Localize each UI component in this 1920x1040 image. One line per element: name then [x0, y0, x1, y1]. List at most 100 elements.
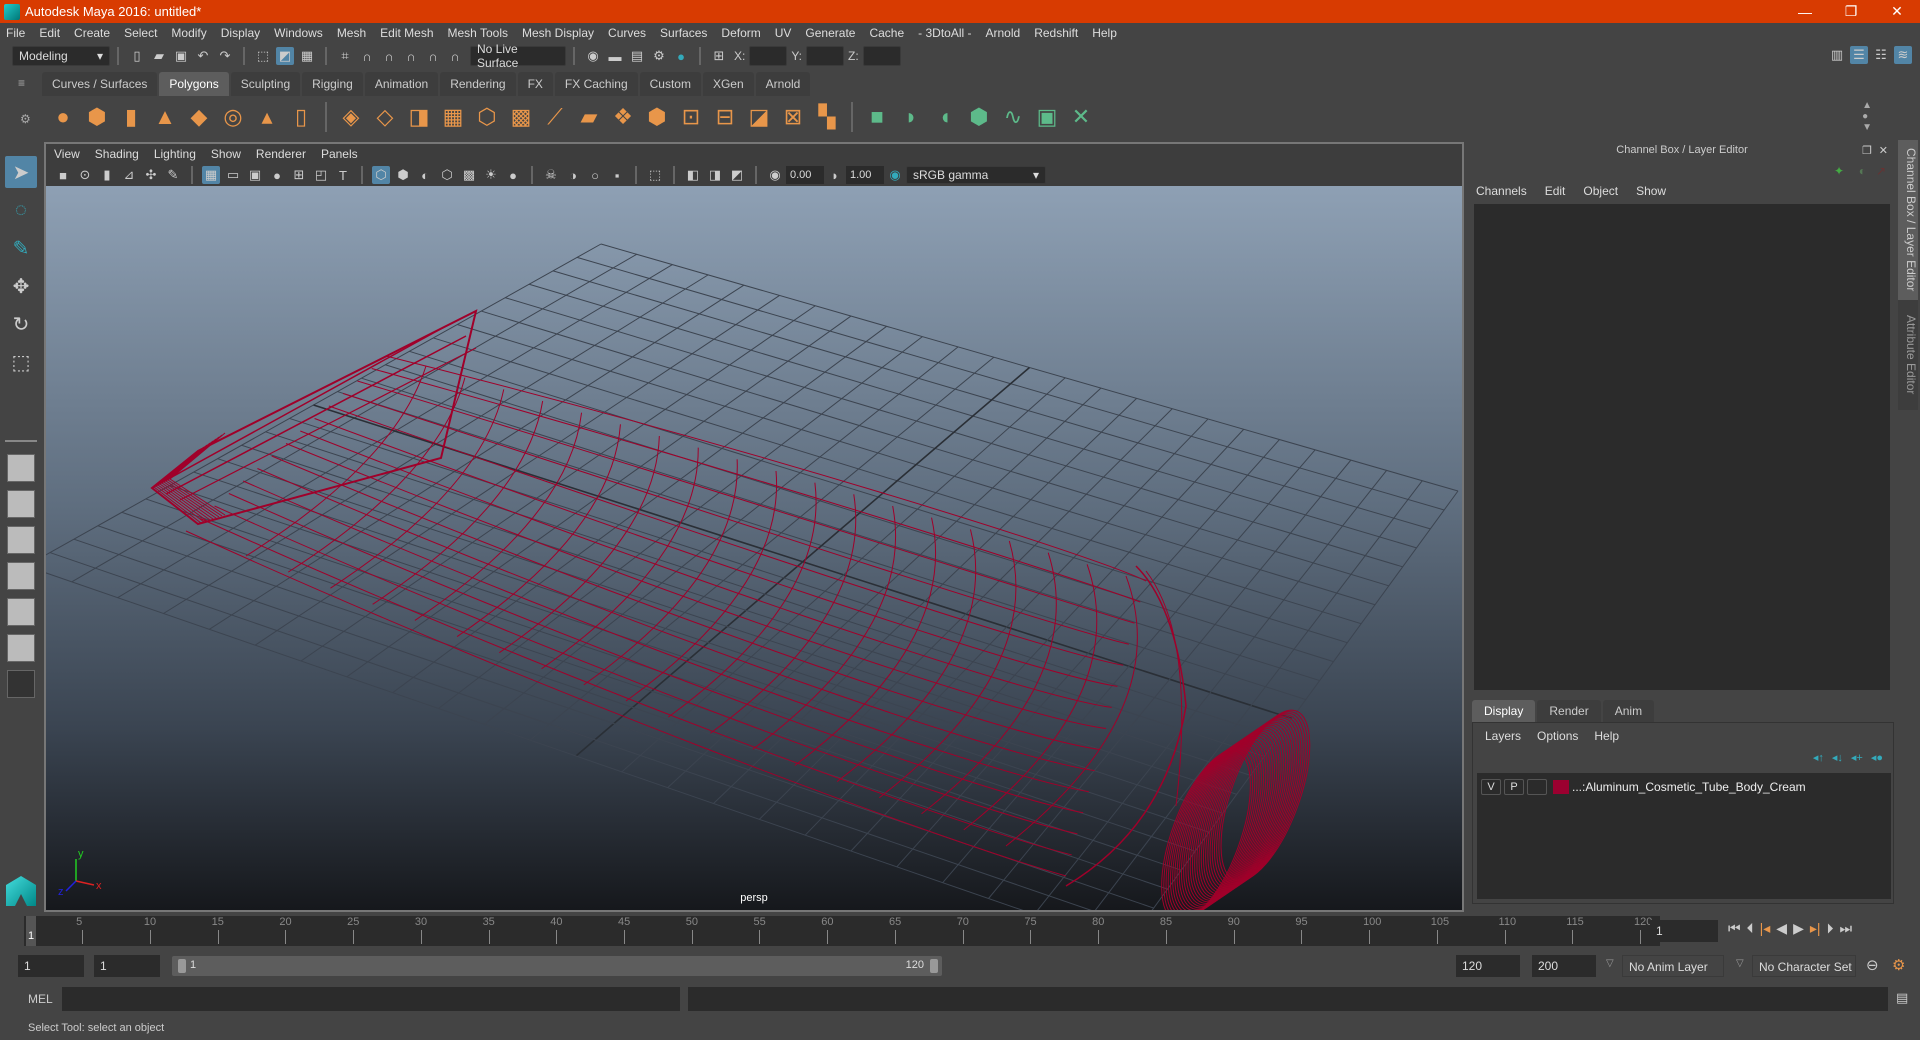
anim-layer-dropdown[interactable]: No Anim Layer — [1622, 955, 1724, 977]
vp-menu-lighting[interactable]: Lighting — [154, 147, 196, 161]
x-field[interactable] — [749, 46, 788, 66]
render-frame-icon[interactable]: ▬ — [606, 47, 624, 65]
persp-graph-layout-icon[interactable] — [7, 562, 35, 590]
tab-anim[interactable]: Anim — [1602, 700, 1655, 722]
float-panel-icon[interactable]: ❐ — [1862, 144, 1872, 157]
auto-key-icon[interactable]: ⊖ — [1866, 956, 1879, 974]
append-polygon-icon[interactable]: ⊡ — [677, 103, 705, 131]
shelf-tab-custom[interactable]: Custom — [639, 72, 701, 96]
range-slider[interactable]: 1 120 — [172, 956, 942, 976]
open-scene-icon[interactable]: ▰ — [150, 47, 168, 65]
paint-select-tool-icon[interactable]: ✎ — [5, 232, 37, 264]
cb-menu-channels[interactable]: Channels — [1476, 184, 1527, 198]
ipr-render-icon[interactable]: ▤ — [628, 47, 646, 65]
textured-icon[interactable]: ▩ — [460, 166, 478, 184]
time-slider[interactable]: 1 5 10 15 20 25 30 35 40 45 50 55 60 65 70 75 80 85 90 95 1… — [24, 916, 1660, 946]
le-menu-layers[interactable]: Layers — [1485, 729, 1521, 743]
hypershade-persp-layout-icon[interactable] — [7, 598, 35, 626]
shadows-icon[interactable]: ● — [504, 166, 522, 184]
move-layer-up-icon[interactable]: ◂↑ — [1813, 751, 1824, 764]
step-back-frame-icon[interactable]: ⏴ — [1747, 920, 1754, 937]
select-object-icon[interactable]: ◩ — [276, 47, 294, 65]
vp-menu-panels[interactable]: Panels — [321, 147, 358, 161]
side-tab-attribute-editor[interactable]: Attribute Editor — [1898, 300, 1918, 410]
tab-display[interactable]: Display — [1472, 700, 1536, 722]
command-input[interactable] — [62, 987, 680, 1011]
field-chart-icon[interactable]: ⊞ — [290, 166, 308, 184]
render-view-icon[interactable]: ◉ — [584, 47, 602, 65]
shelf-tab-rigging[interactable]: Rigging — [302, 72, 363, 96]
menu-mesh[interactable]: Mesh — [337, 26, 366, 40]
grid-toggle-icon[interactable]: ▦ — [202, 166, 220, 184]
color-space-dropdown[interactable]: sRGB gamma ▾ — [906, 166, 1046, 184]
select-component-icon[interactable]: ▦ — [298, 47, 316, 65]
snap-live-icon[interactable]: ∩ — [446, 47, 464, 65]
play-forward-icon[interactable]: ▶ — [1793, 920, 1804, 937]
spherical-uv-icon[interactable]: ◖ — [931, 103, 959, 131]
layout-more-icon[interactable] — [7, 670, 35, 698]
extrude-icon[interactable]: ▰ — [575, 103, 603, 131]
range-end-handle[interactable] — [930, 959, 938, 973]
outliner-persp-layout-icon[interactable] — [7, 526, 35, 554]
isolate-select-icon[interactable]: ⬚ — [646, 166, 664, 184]
smooth-icon[interactable]: ▦ — [439, 103, 467, 131]
animation-end-field[interactable]: 200 — [1532, 955, 1596, 977]
side-tab-channel-box[interactable]: Channel Box / Layer Editor — [1898, 140, 1918, 300]
multi-cut-icon[interactable]: ◪ — [745, 103, 773, 131]
playback-start-field[interactable]: 1 — [94, 955, 160, 977]
bridge-icon[interactable]: ❖ — [609, 103, 637, 131]
smooth-shade-icon[interactable]: ⬢ — [394, 166, 412, 184]
target-weld-icon[interactable]: ⊠ — [779, 103, 807, 131]
step-forward-frame-icon[interactable]: ⏵ — [1827, 920, 1834, 937]
new-layer-selected-icon[interactable]: ◂● — [1871, 751, 1883, 764]
mode-selector[interactable]: Modeling ▾ — [12, 46, 110, 66]
single-perspective-layout-icon[interactable] — [7, 454, 35, 482]
go-to-end-icon[interactable]: ⏭ — [1840, 920, 1853, 937]
shelf-tab-animation[interactable]: Animation — [364, 72, 439, 96]
menu-curves[interactable]: Curves — [608, 26, 646, 40]
chevron-down-icon[interactable]: ▽ — [1736, 958, 1744, 969]
separate-icon[interactable]: ◇ — [371, 103, 399, 131]
layer-row[interactable]: V P ...:Aluminum_Cosmetic_Tube_Body_Crea… — [1481, 777, 1806, 797]
layer-playback-toggle[interactable]: P — [1504, 779, 1524, 795]
tube-wireframe[interactable] — [150, 309, 1328, 910]
mirror-icon[interactable]: ◨ — [405, 103, 433, 131]
menu-windows[interactable]: Windows — [274, 26, 323, 40]
menu-modify[interactable]: Modify — [171, 26, 206, 40]
3d-viewport[interactable]: yxz persp — [46, 186, 1462, 910]
menu-file[interactable]: File — [6, 26, 25, 40]
snap-curve-icon[interactable]: ∩ — [358, 47, 376, 65]
live-surface-field[interactable]: No Live Surface — [470, 42, 566, 70]
automatic-uv-icon[interactable]: ⬢ — [965, 103, 993, 131]
shelf-tab-sculpting[interactable]: Sculpting — [230, 72, 301, 96]
unfold-uv-icon[interactable]: ✕ — [1067, 103, 1095, 131]
restore-button[interactable]: ❐ — [1828, 0, 1874, 23]
menu-mesh-display[interactable]: Mesh Display — [522, 26, 594, 40]
poly-sphere-icon[interactable]: ● — [49, 103, 77, 131]
close-panel-icon[interactable]: ✕ — [1879, 144, 1888, 157]
menu-arnold[interactable]: Arnold — [986, 26, 1021, 40]
rotate-tool-icon[interactable]: ↻ — [5, 308, 37, 340]
range-start-handle[interactable] — [178, 959, 186, 973]
tool-settings-icon[interactable]: ☷ — [1872, 46, 1890, 64]
shelf-tab-curves-surfaces[interactable]: Curves / Surfaces — [42, 72, 158, 96]
ambient-occlusion-icon[interactable]: ☠ — [542, 166, 560, 184]
depth-of-field-icon[interactable]: ▪ — [608, 166, 626, 184]
menu-3dtoall[interactable]: - 3DtoAll - — [918, 26, 971, 40]
character-set-dropdown[interactable]: No Character Set — [1752, 955, 1856, 977]
sculpt-icon[interactable]: ⟋ — [541, 103, 569, 131]
persp-outliner-graph-layout-icon[interactable] — [7, 634, 35, 662]
poly-torus-icon[interactable]: ◎ — [219, 103, 247, 131]
reduce-icon[interactable]: ▩ — [507, 103, 535, 131]
snap-surface-icon[interactable]: ∩ — [424, 47, 442, 65]
new-scene-icon[interactable]: ▯ — [128, 47, 146, 65]
default-material-icon[interactable]: ◐ — [416, 166, 434, 184]
poly-pyramid-icon[interactable]: ▴ — [253, 103, 281, 131]
shelf-tab-polygons[interactable]: Polygons — [159, 72, 229, 96]
command-language-label[interactable]: MEL — [28, 992, 53, 1006]
cb-menu-object[interactable]: Object — [1583, 184, 1618, 198]
menu-help[interactable]: Help — [1092, 26, 1117, 40]
shelf-tab-xgen[interactable]: XGen — [702, 72, 754, 96]
merge-icon[interactable]: ▚ — [813, 103, 841, 131]
shelf-settings-icon[interactable]: ⚙ — [20, 112, 31, 126]
